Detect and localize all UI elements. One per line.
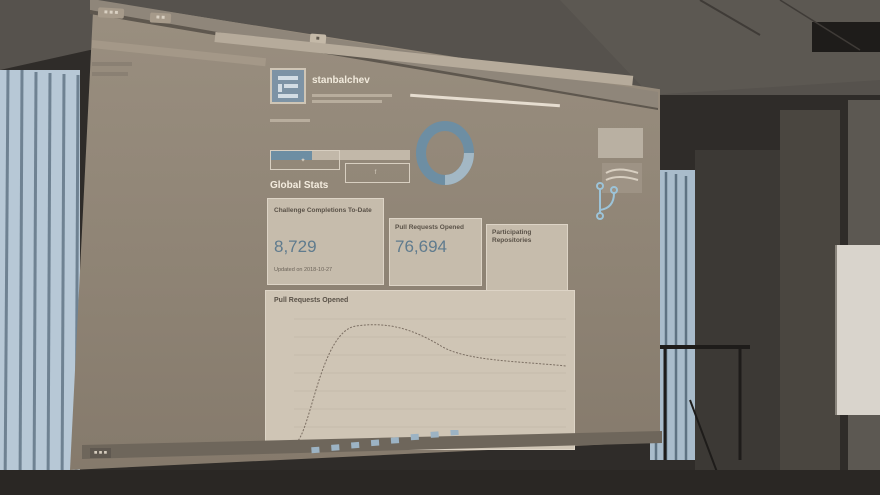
stat-card-completions: Challenge Completions To-Date 8,729 Upda… (267, 198, 384, 285)
stat-card-title: Pull Requests Opened (395, 224, 464, 231)
username[interactable]: stanbalchev (312, 75, 370, 86)
chart-plot (294, 318, 567, 444)
browser-tab[interactable]: ■ ■ (149, 12, 172, 24)
facebook-icon: f (374, 170, 377, 176)
section-heading: Global Stats (270, 180, 329, 191)
stat-card-value: 8,729 (274, 237, 317, 256)
git-branch-icon (596, 182, 618, 220)
stat-card-title: Challenge Completions To-Date (274, 207, 372, 214)
stat-card-value: 76,694 (395, 237, 447, 256)
profile-subtitle (312, 92, 402, 103)
stat-card-pull-requests: Pull Requests Opened 76,694 (389, 218, 482, 286)
twitter-icon: ✦ (300, 157, 306, 164)
taskbar-icons (311, 430, 459, 454)
twitter-share-button[interactable]: ✦ (270, 150, 340, 170)
flipchart-board (835, 245, 880, 415)
stat-card-repositories: Participating Repositories (486, 224, 568, 292)
facebook-share-button[interactable]: f (345, 163, 410, 183)
avatar (270, 68, 306, 104)
progress-label (270, 118, 310, 124)
stat-card-updated: Updated on 2018-10-27 (274, 267, 333, 273)
pull-requests-chart: Pull Requests Opened (265, 290, 575, 450)
stat-card-title: Participating Repositories (492, 229, 532, 244)
progress-donut (416, 121, 474, 185)
taskbar-clock: ■ ■ ■ (90, 448, 112, 458)
browser-tab[interactable]: ■ ■ ■ (97, 7, 125, 19)
pull-requests-line (295, 324, 567, 444)
bookmarks-bar (92, 40, 267, 76)
